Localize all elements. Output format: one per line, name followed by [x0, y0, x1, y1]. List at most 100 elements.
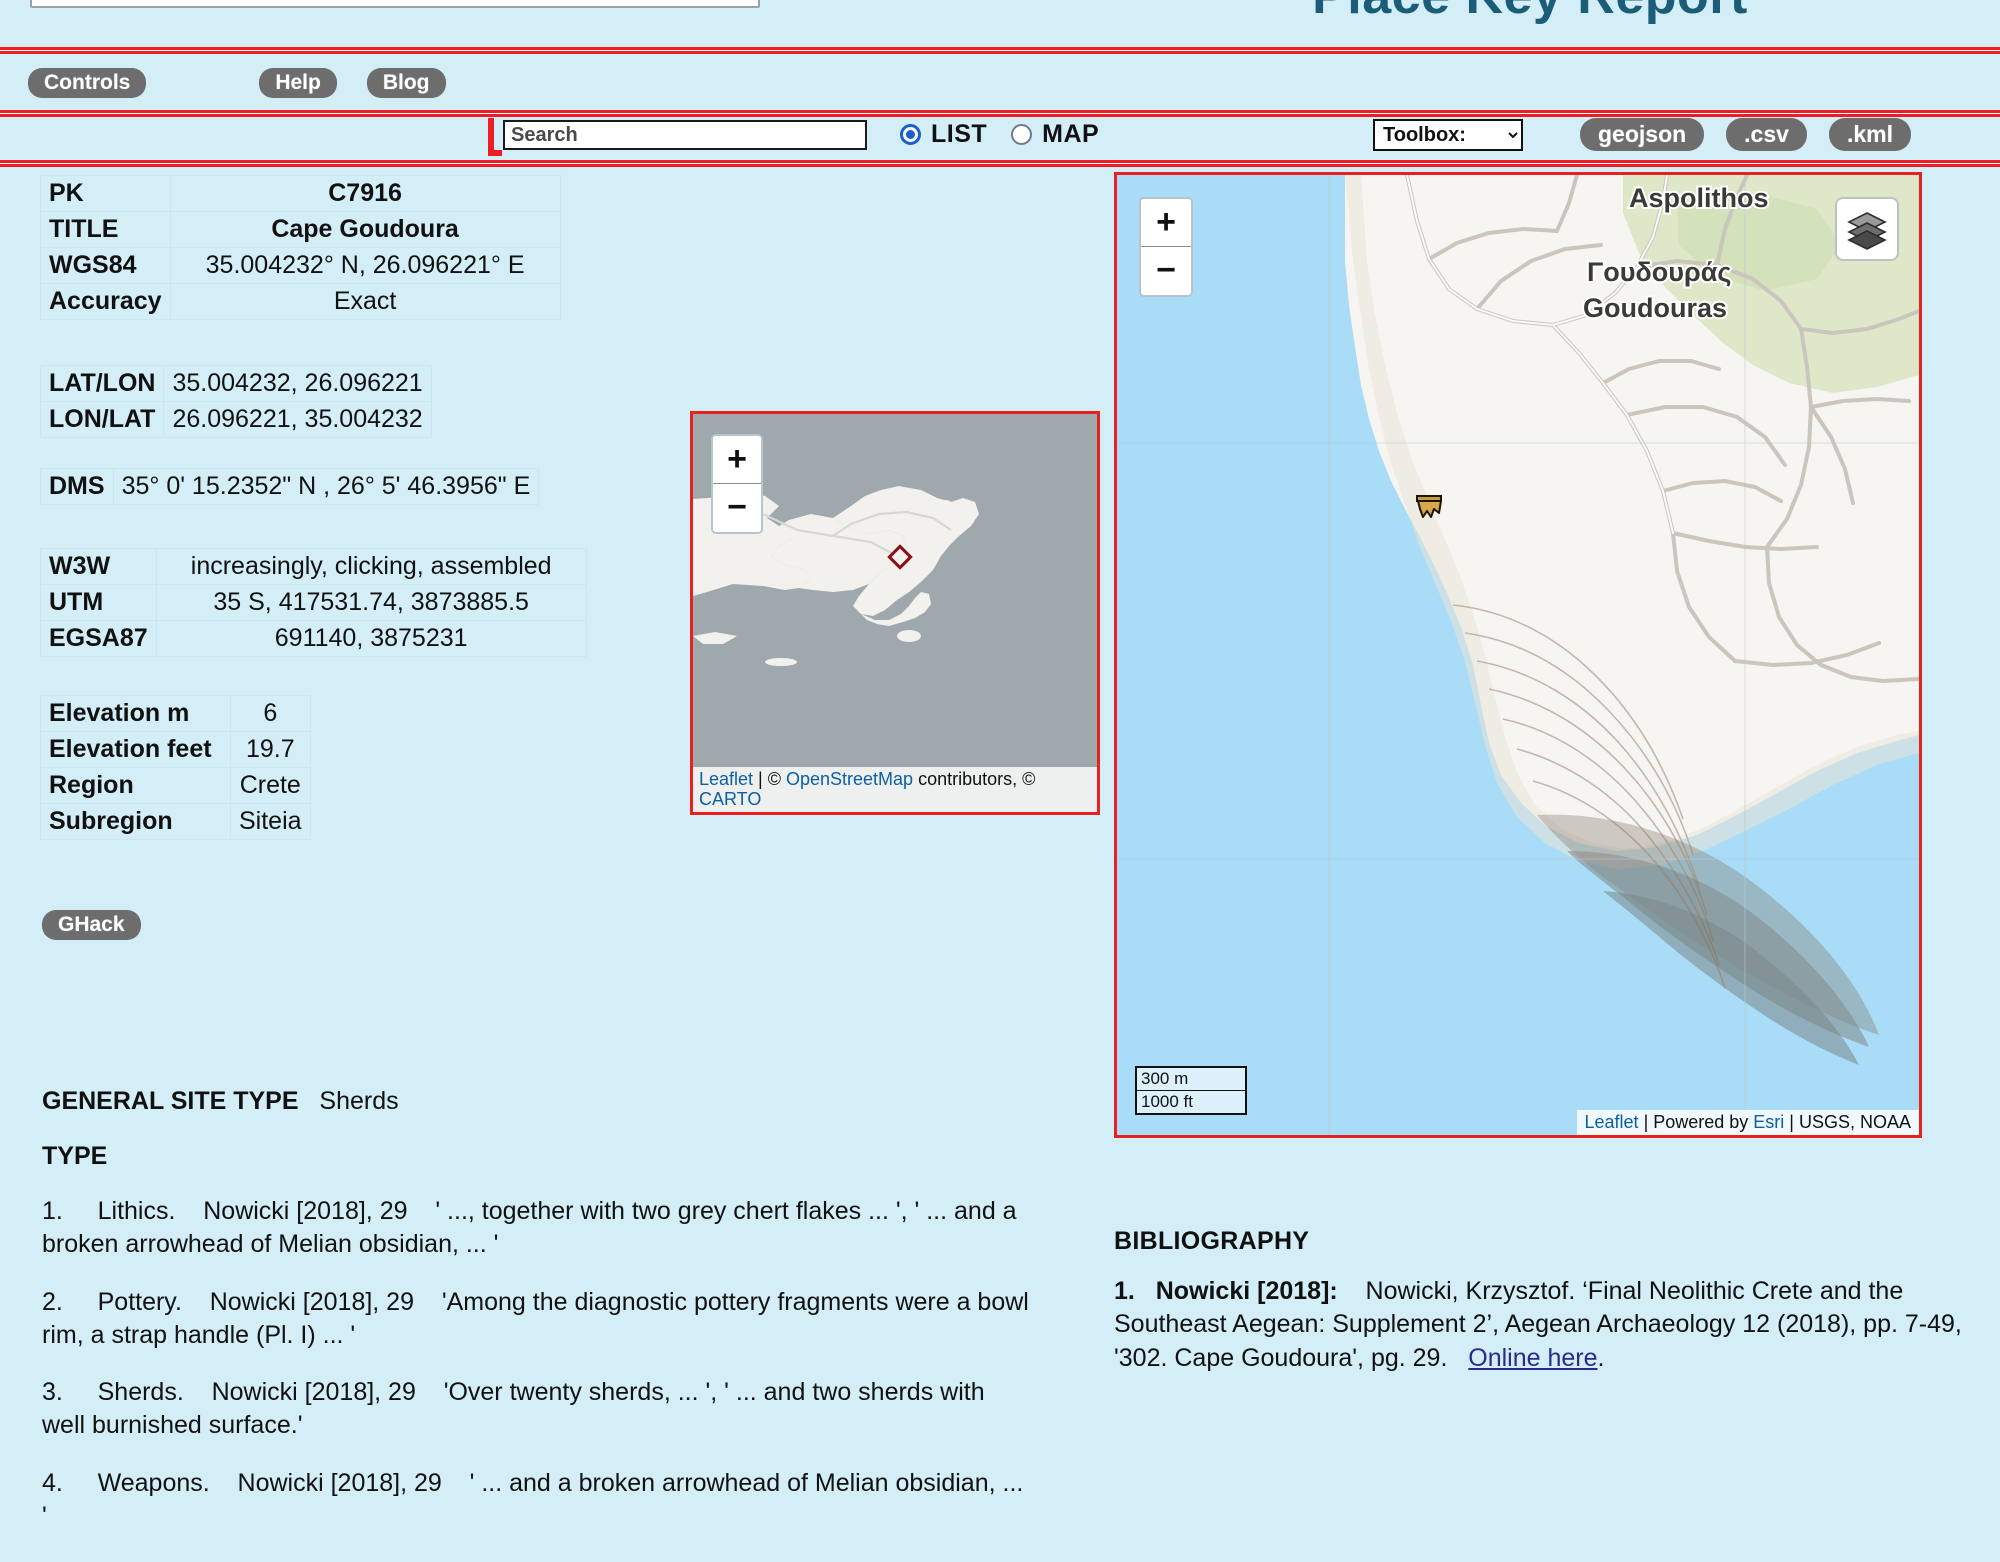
table-row: Elevation feet 19.7 [40, 731, 311, 768]
row-label: LAT/LON [39, 365, 165, 402]
search-accent-bracket [488, 118, 502, 156]
radio-list[interactable] [900, 124, 921, 145]
row-label: W3W [40, 548, 157, 585]
nav-button-blog[interactable]: Blog [366, 68, 446, 98]
row-value: 35.004232° N, 26.096221° E [169, 247, 561, 284]
export-buttons: geojson .csv .kml [1580, 118, 1911, 151]
radio-map-label: MAP [1042, 120, 1100, 148]
scale-imperial: 1000 ft [1135, 1090, 1247, 1115]
row-label: DMS [40, 468, 114, 505]
type-num: 4. [42, 1468, 63, 1497]
record-dms-table: DMS 35° 0' 15.2352" N , 26° 5' 46.3956" … [40, 468, 540, 505]
scale-metric: 300 m [1135, 1066, 1247, 1090]
bib-key: Nowicki [2018]: [1155, 1277, 1338, 1305]
row-value: Cape Goudoura [169, 211, 561, 248]
site-marker-icon[interactable] [1415, 493, 1445, 527]
page-title: Place Key Report [1280, 0, 1780, 26]
type-quote: 'Over twenty sherds, ... ', ' ... and tw… [42, 1378, 985, 1440]
detail-zoom-in-button[interactable]: + [1141, 199, 1191, 247]
row-label: WGS84 [40, 247, 171, 284]
type-list: 1. Lithics. Nowicki [2018], 29 ' ..., to… [42, 1195, 1032, 1557]
overview-map[interactable]: + − Leaflet | © OpenStreetMap contributo… [690, 411, 1100, 815]
rule-top [0, 47, 2000, 54]
type-num: 1. [42, 1197, 63, 1225]
general-site-type-label: GENERAL SITE TYPE [42, 1087, 299, 1115]
rule-middle [0, 110, 2000, 117]
page-root: Place Key Report Controls Help Blog LIST… [0, 0, 2000, 1562]
export-kml-button[interactable]: .kml [1828, 118, 1911, 151]
row-value: increasingly, clicking, assembled [155, 548, 587, 585]
row-value: Crete [230, 767, 311, 804]
detail-map-canvas: Aspolithos Γουδουράς Goudouras [1117, 175, 1919, 1135]
bib-online-link[interactable]: Online here [1468, 1344, 1597, 1372]
overview-map-attribution: Leaflet | © OpenStreetMap contributors, … [693, 766, 1097, 812]
row-value: 6 [230, 695, 311, 732]
general-site-type: GENERAL SITE TYPE Sherds [42, 1085, 1022, 1118]
carto-link[interactable]: CARTO [699, 789, 761, 809]
export-geojson-button[interactable]: geojson [1580, 118, 1705, 151]
table-row: DMS 35° 0' 15.2352" N , 26° 5' 46.3956" … [40, 468, 540, 505]
general-site-type-value: Sherds [319, 1087, 399, 1115]
leaflet-link[interactable]: Leaflet [1585, 1112, 1639, 1132]
view-mode-radios: LIST MAP [900, 120, 1113, 149]
bibliography-header: BIBLIOGRAPHY [1114, 1227, 1310, 1255]
row-label: Region [40, 767, 231, 804]
table-row: Elevation m 6 [40, 695, 311, 732]
svg-text:Γουδουράς: Γουδουράς [1587, 257, 1731, 287]
row-value: 26.096221, 35.004232 [163, 401, 432, 438]
table-row: Subregion Siteia [40, 803, 311, 840]
list-item: 4. Weapons. Nowicki [2018], 29 ' ... and… [42, 1467, 1032, 1534]
attribution-sep: | © [753, 768, 786, 789]
table-row: Accuracy Exact [40, 283, 561, 320]
ghack-button[interactable]: GHack [42, 910, 141, 940]
type-name: Pottery. [97, 1287, 182, 1316]
openstreetmap-link[interactable]: OpenStreetMap [786, 769, 913, 789]
type-num: 3. [42, 1378, 63, 1406]
export-csv-button[interactable]: .csv [1726, 118, 1807, 151]
bib-tail: . [1597, 1343, 1605, 1372]
archaeology-marker-icon [1416, 495, 1442, 518]
detail-map[interactable]: Aspolithos Γουδουράς Goudouras + − 300 m [1114, 172, 1922, 1138]
bib-num: 1. [1114, 1277, 1135, 1305]
list-item: 1. Nowicki [2018]: Nowicki, Krzysztof. ‘… [1114, 1275, 2000, 1375]
layers-button[interactable] [1835, 197, 1899, 261]
type-ref: Nowicki [2018], 29 [203, 1197, 408, 1225]
detail-zoom-out-button[interactable]: − [1141, 247, 1191, 295]
row-value: 35 S, 417531.74, 3873885.5 [155, 584, 587, 621]
toolbox-select[interactable]: Toolbox: [1373, 119, 1523, 151]
nav-button-help[interactable]: Help [259, 68, 337, 98]
attribution-mid: contributors, © [913, 768, 1036, 789]
row-label: EGSA87 [40, 620, 157, 657]
nav-button-controls[interactable]: Controls [28, 68, 147, 98]
table-row: UTM 35 S, 417531.74, 3873885.5 [40, 584, 587, 621]
table-row: W3W increasingly, clicking, assembled [40, 548, 587, 585]
record-grid-table: W3W increasingly, clicking, assembled UT… [40, 548, 587, 657]
detail-map-attribution: Leaflet | Powered by Esri | USGS, NOAA [1576, 1110, 1919, 1135]
type-header: TYPE [42, 1140, 107, 1173]
row-value: 19.7 [230, 731, 311, 768]
radio-list-label: LIST [931, 120, 988, 148]
overview-zoom-in-button[interactable]: + [713, 436, 761, 484]
search-input[interactable] [503, 120, 867, 150]
record-place-table: Elevation m 6 Elevation feet 19.7 Region… [40, 695, 311, 840]
svg-text:Goudouras: Goudouras [1583, 293, 1727, 323]
row-value: Exact [169, 283, 561, 320]
type-num: 2. [42, 1287, 63, 1316]
type-ref: Nowicki [2018], 29 [211, 1378, 416, 1406]
row-value: Siteia [230, 803, 311, 840]
esri-link[interactable]: Esri [1753, 1112, 1784, 1132]
top-cutoff-input[interactable] [30, 0, 760, 8]
overview-map-zoom-controls: + − [711, 434, 763, 534]
radio-map[interactable] [1011, 124, 1033, 145]
list-item: 1. Lithics. Nowicki [2018], 29 ' ..., to… [42, 1195, 1032, 1262]
type-ref: Nowicki [2018], 29 [237, 1468, 442, 1497]
type-name: Sherds. [97, 1378, 184, 1406]
list-item: 3. Sherds. Nowicki [2018], 29 'Over twen… [42, 1376, 1032, 1443]
row-value: 35° 0' 15.2352" N , 26° 5' 46.3956" E [112, 468, 540, 505]
detail-map-zoom-controls: + − [1139, 197, 1193, 297]
row-label: Subregion [40, 803, 231, 840]
leaflet-link[interactable]: Leaflet [699, 769, 753, 789]
overview-zoom-out-button[interactable]: − [713, 484, 761, 532]
row-label: UTM [40, 584, 157, 621]
row-value: 35.004232, 26.096221 [163, 365, 432, 402]
